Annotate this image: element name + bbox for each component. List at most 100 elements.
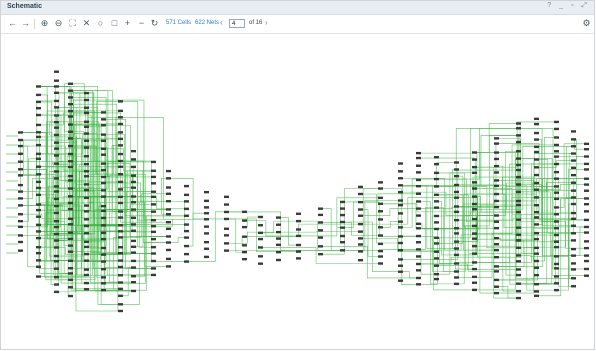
logic-cell[interactable] [358, 237, 363, 240]
logic-cell[interactable] [101, 189, 106, 192]
net-wire[interactable] [521, 178, 584, 284]
logic-cell[interactable] [516, 233, 521, 237]
logic-cell[interactable] [84, 196, 89, 200]
logic-cell[interactable] [454, 240, 459, 243]
logic-cell[interactable] [584, 148, 589, 151]
logic-cell[interactable] [18, 174, 23, 177]
net-wire[interactable] [576, 226, 584, 256]
logic-cell[interactable] [166, 212, 171, 216]
logic-cell[interactable] [68, 144, 73, 148]
logic-cell[interactable] [118, 230, 123, 233]
logic-cell[interactable] [340, 226, 345, 229]
logic-cell[interactable] [554, 155, 559, 158]
logic-cell[interactable] [434, 185, 439, 188]
logic-cell[interactable] [84, 245, 89, 249]
logic-cell[interactable] [378, 262, 383, 265]
net-wire[interactable] [241, 236, 247, 246]
logic-cell[interactable] [131, 165, 136, 169]
logic-cell[interactable] [516, 296, 521, 300]
logic-cell[interactable] [118, 259, 123, 262]
logic-cell[interactable] [494, 151, 499, 154]
logic-cell[interactable] [36, 251, 41, 255]
logic-cell[interactable] [571, 152, 576, 155]
logic-cell[interactable] [84, 273, 89, 277]
logic-cell[interactable] [204, 199, 209, 203]
logic-cell[interactable] [118, 188, 123, 191]
logic-cell[interactable] [516, 203, 521, 207]
logic-cell[interactable] [398, 190, 403, 194]
logic-cell[interactable] [224, 195, 229, 199]
logic-cell[interactable] [54, 204, 59, 208]
logic-cell[interactable] [84, 210, 89, 213]
logic-cell[interactable] [534, 259, 539, 263]
logic-cell[interactable] [131, 195, 136, 198]
logic-cell[interactable] [378, 210, 383, 213]
logic-cell[interactable] [318, 221, 323, 224]
logic-cell[interactable] [416, 164, 421, 167]
logic-cell[interactable] [454, 174, 459, 178]
logic-cell[interactable] [516, 289, 521, 293]
logic-cell[interactable] [472, 275, 477, 279]
logic-cell[interactable] [84, 91, 89, 95]
logic-cell[interactable] [571, 166, 576, 170]
logic-cell[interactable] [101, 153, 106, 156]
logic-cell[interactable] [36, 152, 41, 156]
cells-link[interactable]: 571 Cells [166, 20, 191, 26]
logic-cell[interactable] [378, 249, 383, 253]
logic-cell[interactable] [84, 252, 89, 256]
logic-cell[interactable] [571, 217, 576, 221]
logic-cell[interactable] [36, 259, 41, 262]
logic-cell[interactable] [358, 185, 363, 189]
logic-cell[interactable] [571, 254, 576, 257]
logic-cell[interactable] [472, 232, 477, 235]
logic-cell[interactable] [36, 173, 41, 176]
logic-cell[interactable] [101, 237, 106, 241]
logic-cell[interactable] [101, 124, 106, 127]
logic-cell[interactable] [36, 236, 41, 240]
schematic-canvas[interactable] [6, 41, 591, 341]
logic-cell[interactable] [571, 130, 576, 133]
logic-cell[interactable] [416, 234, 421, 238]
logic-cell[interactable] [166, 265, 171, 268]
logic-cell[interactable] [36, 106, 41, 110]
logic-cell[interactable] [151, 210, 156, 213]
logic-cell[interactable] [584, 218, 589, 222]
logic-cell[interactable] [534, 282, 539, 286]
net-wire[interactable] [18, 139, 23, 192]
logic-cell[interactable] [84, 162, 89, 166]
logic-cell[interactable] [101, 224, 106, 227]
logic-cell[interactable] [534, 223, 539, 226]
logic-cell[interactable] [534, 210, 539, 214]
logic-cell[interactable] [554, 143, 559, 147]
logic-cell[interactable] [118, 236, 123, 239]
logic-cell[interactable] [54, 147, 59, 150]
logic-cell[interactable] [378, 202, 383, 205]
logic-cell[interactable] [131, 266, 136, 269]
logic-cell[interactable] [18, 168, 23, 171]
logic-cell[interactable] [242, 225, 247, 229]
logic-cell[interactable] [516, 226, 521, 229]
logic-cell[interactable] [276, 230, 281, 234]
logic-cell[interactable] [54, 197, 59, 201]
logic-cell[interactable] [54, 177, 59, 180]
logic-cell[interactable] [584, 259, 589, 263]
logic-cell[interactable] [276, 237, 281, 240]
logic-cell[interactable] [554, 227, 559, 230]
logic-cell[interactable] [118, 144, 123, 147]
logic-cell[interactable] [36, 186, 41, 190]
logic-cell[interactable] [534, 131, 539, 135]
logic-cell[interactable] [54, 70, 59, 73]
logic-cell[interactable] [166, 248, 171, 252]
logic-cell[interactable] [131, 180, 136, 184]
logic-cell[interactable] [18, 190, 23, 193]
logic-cell[interactable] [296, 250, 301, 253]
logic-cell[interactable] [378, 242, 383, 246]
logic-cell[interactable] [494, 248, 499, 252]
logic-cell[interactable] [554, 170, 559, 174]
logic-cell[interactable] [84, 146, 89, 149]
logic-cell[interactable] [276, 223, 281, 226]
logic-cell[interactable] [296, 234, 301, 238]
logic-cell[interactable] [472, 151, 477, 154]
net-wire[interactable] [499, 185, 554, 291]
logic-cell[interactable] [584, 168, 589, 171]
